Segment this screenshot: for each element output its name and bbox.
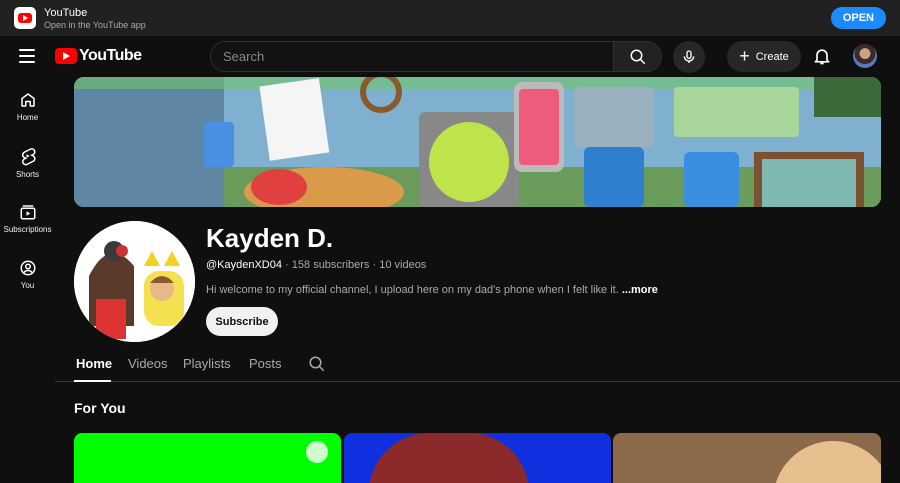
sidebar-item-subscriptions[interactable]: Subscriptions: [0, 190, 55, 246]
active-tab-indicator: [74, 380, 111, 382]
channel-avatar[interactable]: [74, 221, 195, 342]
video-thumbnail[interactable]: [344, 433, 611, 483]
youtube-app-icon: [14, 7, 36, 29]
video-thumbnail[interactable]: [613, 433, 881, 483]
video-count: 10 videos: [379, 259, 427, 271]
description-text: Hi welcome to my official channel, I upl…: [206, 284, 619, 296]
account-avatar[interactable]: [853, 44, 877, 68]
meta-separator: ·: [282, 259, 292, 271]
open-in-app-banner: YouTube Open in the YouTube app OPEN: [0, 0, 900, 36]
search-icon: [630, 49, 645, 64]
app-subtitle: Open in the YouTube app: [44, 19, 146, 30]
open-app-button[interactable]: OPEN: [830, 7, 886, 29]
sidebar-item-shorts[interactable]: Shorts: [0, 134, 55, 190]
sidebar-item-label: Subscriptions: [3, 224, 52, 234]
channel-meta: @KaydenXD04 · 158 subscribers · 10 video…: [206, 259, 426, 271]
search-input[interactable]: [211, 42, 613, 71]
sidebar-item-you[interactable]: You: [0, 246, 55, 302]
sidebar-item-label: You: [20, 280, 35, 290]
home-icon: [20, 92, 35, 107]
youtube-logo[interactable]: YouTube: [55, 47, 142, 65]
subscribe-button[interactable]: Subscribe: [206, 307, 278, 336]
subscriber-count: 158 subscribers: [291, 259, 370, 271]
channel-description[interactable]: Hi welcome to my official channel, I upl…: [206, 284, 658, 296]
tab-videos[interactable]: Videos: [128, 356, 168, 371]
meta-separator: ·: [369, 259, 380, 271]
watermark-logo-icon: [306, 441, 328, 463]
voice-search-button[interactable]: [673, 41, 705, 73]
sidebar-item-home[interactable]: Home: [0, 78, 55, 134]
sidebar-item-label: Shorts: [15, 169, 40, 179]
channel-avatar-art: [74, 221, 195, 342]
banner-artwork: [74, 77, 881, 207]
shorts-icon: [21, 147, 35, 165]
tab-home[interactable]: Home: [76, 356, 112, 371]
channel-name: Kayden D.: [206, 223, 334, 253]
bell-icon: [814, 49, 830, 65]
youtube-logo-icon: [55, 48, 77, 64]
tab-playlists[interactable]: Playlists: [183, 356, 231, 371]
top-bar: YouTube + Create: [0, 36, 900, 78]
description-more-link[interactable]: ...more: [622, 284, 658, 296]
microphone-icon: [683, 50, 695, 63]
channel-tabs: Home Videos Playlists Posts: [55, 345, 900, 382]
create-button[interactable]: + Create: [727, 41, 801, 72]
menu-icon[interactable]: [19, 49, 35, 63]
search-box: [210, 41, 662, 72]
video-thumbnail[interactable]: [74, 433, 341, 483]
channel-search-button[interactable]: [308, 355, 326, 378]
channel-banner: [74, 77, 881, 207]
subscriptions-icon: [20, 204, 35, 219]
notifications-button[interactable]: [812, 45, 832, 72]
search-icon: [309, 356, 325, 372]
app-name: YouTube: [44, 6, 88, 19]
you-icon: [20, 260, 35, 275]
search-button[interactable]: [613, 42, 661, 71]
sidebar: Home Shorts Subscriptions You: [0, 78, 55, 302]
plus-icon: +: [739, 45, 750, 66]
sidebar-item-label: Home: [16, 112, 39, 122]
logo-text: YouTube: [79, 47, 142, 64]
section-title: For You: [74, 400, 126, 416]
create-label: Create: [755, 50, 789, 63]
tab-posts[interactable]: Posts: [249, 356, 282, 371]
channel-handle[interactable]: @KaydenXD04: [206, 259, 282, 271]
